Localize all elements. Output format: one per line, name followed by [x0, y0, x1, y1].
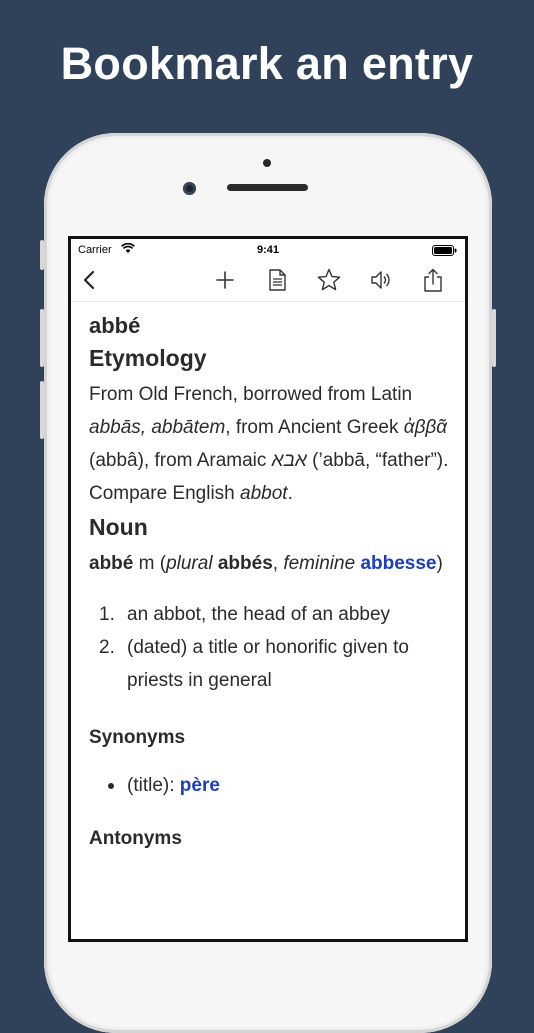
headword-line: abbé m (plural abbés, feminine abbesse)	[89, 553, 443, 574]
phone-frame: Carrier 9:41 abbé Etymology From Old Fre…	[40, 133, 496, 1033]
back-chevron-icon[interactable]	[77, 267, 103, 293]
list-item: 2. (dated) a title or honorific given to …	[99, 637, 409, 691]
noun-heading: Noun	[89, 514, 148, 540]
star-icon[interactable]	[316, 267, 342, 293]
etymology-heading: Etymology	[89, 345, 207, 371]
status-time: 9:41	[256, 244, 280, 256]
share-icon[interactable]	[420, 267, 446, 293]
battery-icon	[432, 245, 457, 256]
headline: Bookmark an entry	[60, 38, 474, 89]
list-item: (title): père	[89, 769, 449, 802]
list-item: 1. an abbot, the head of an abbey	[99, 604, 391, 625]
power-button	[492, 309, 496, 367]
toolbar	[71, 261, 465, 302]
document-icon[interactable]	[264, 267, 290, 293]
phone-screen: Carrier 9:41 abbé Etymology From Old Fre…	[68, 236, 468, 942]
volume-up-button	[40, 309, 44, 367]
synonyms-list: (title): père	[89, 769, 449, 802]
earpiece-speaker	[227, 184, 308, 191]
speaker-icon[interactable]	[368, 267, 394, 293]
feminine-link[interactable]: abbesse	[360, 553, 436, 574]
entry-headword: abbé	[89, 313, 141, 338]
add-icon[interactable]	[212, 267, 238, 293]
bullet-icon	[108, 783, 114, 789]
volume-down-button	[40, 381, 44, 439]
mute-switch	[40, 240, 44, 270]
synonyms-heading: Synonyms	[89, 727, 186, 748]
senses-list: 1. an abbot, the head of an abbey 2. (date…	[89, 598, 449, 697]
antonyms-heading: Antonyms	[89, 828, 182, 849]
front-camera	[183, 182, 196, 195]
entry-content: abbé Etymology From Old French, borrowed…	[89, 313, 449, 850]
etymology-text: From Old French, borrowed from Latin abb…	[89, 384, 449, 504]
status-bar: Carrier 9:41	[71, 239, 465, 261]
synonym-link[interactable]: père	[180, 775, 220, 796]
sensor-dot	[263, 159, 271, 167]
